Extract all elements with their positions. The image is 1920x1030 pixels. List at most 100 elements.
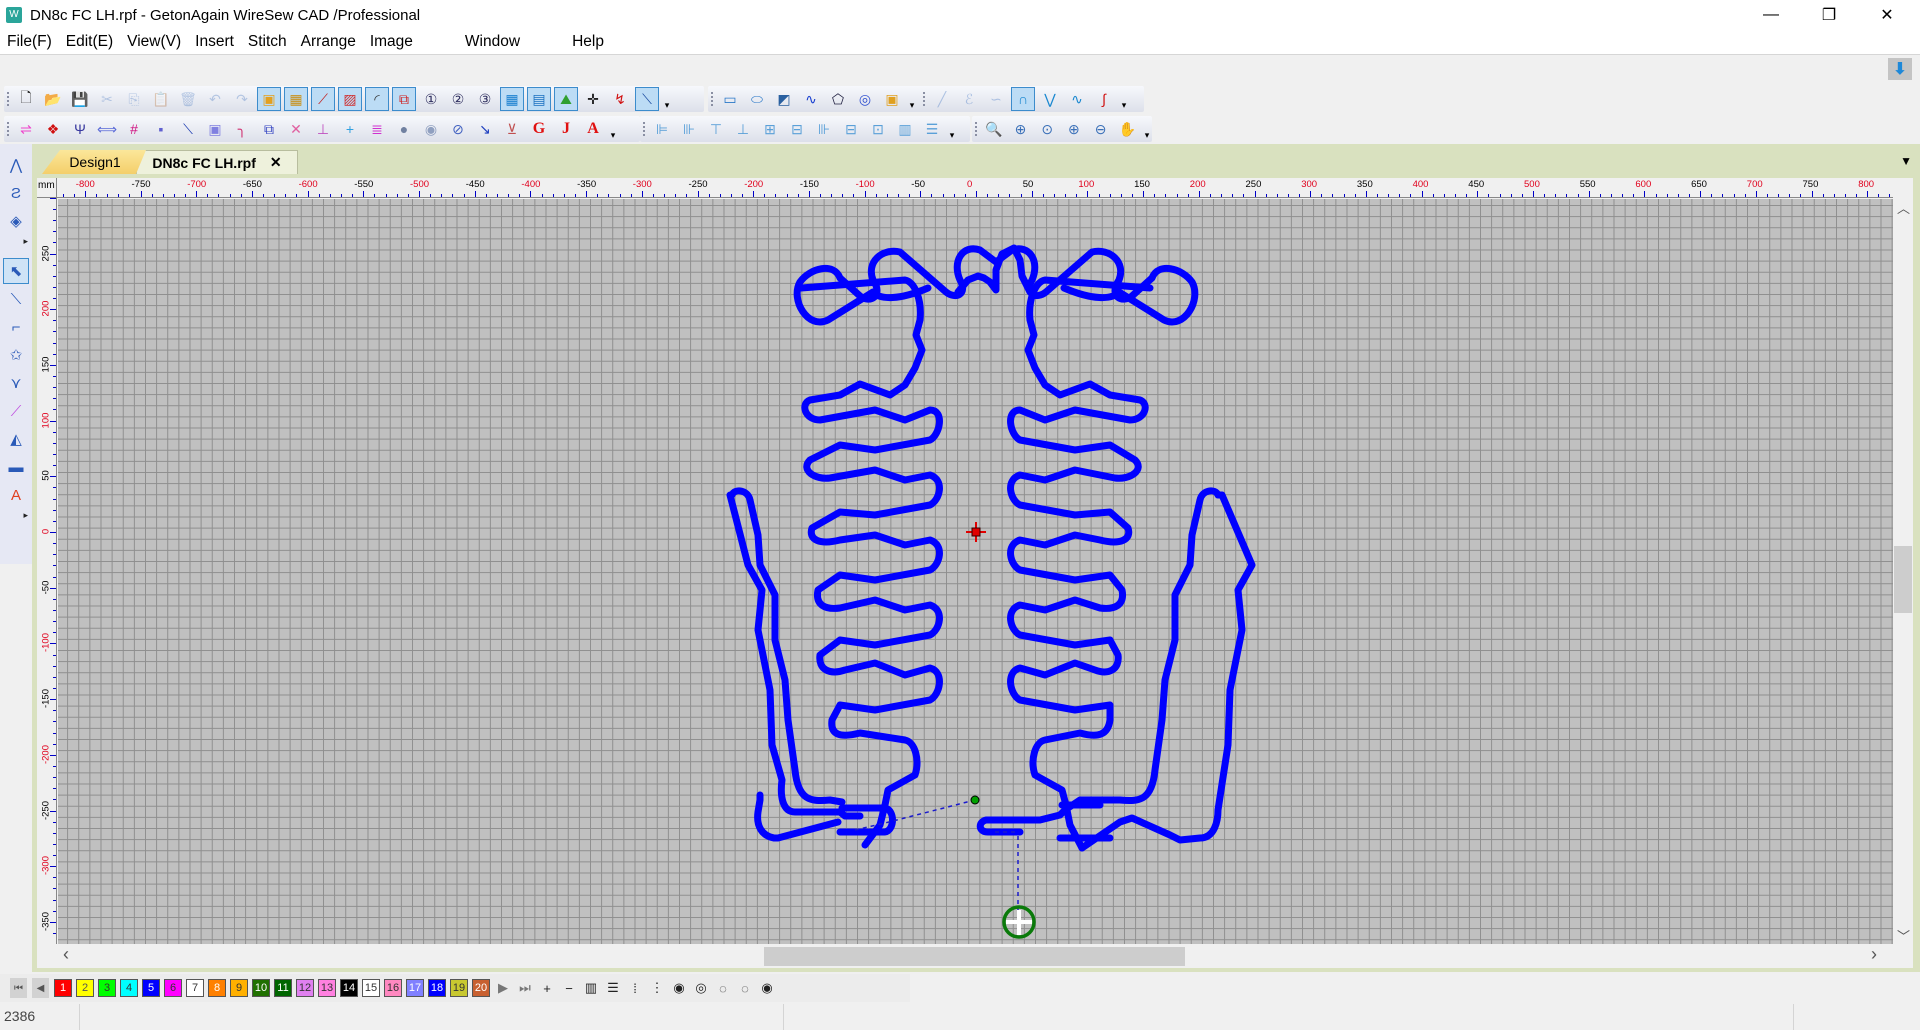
tab-design1[interactable]: Design1 bbox=[42, 150, 148, 174]
vector-icon[interactable]: ↘ bbox=[473, 117, 497, 141]
vertical-scroll-thumb[interactable] bbox=[1894, 546, 1912, 613]
color-swatch-15[interactable]: 15 bbox=[362, 979, 380, 997]
color-swatch-17[interactable]: 17 bbox=[406, 979, 424, 997]
color-swatch-13[interactable]: 13 bbox=[318, 979, 336, 997]
connect-icon[interactable]: ⟍ bbox=[635, 87, 659, 111]
spiral-icon[interactable]: ◎ bbox=[853, 87, 877, 111]
toolbar-overflow-icon[interactable]: ▾ bbox=[608, 117, 618, 141]
menu-stitch[interactable]: Stitch bbox=[241, 33, 294, 51]
show-pattern-icon[interactable]: ▦ bbox=[284, 87, 308, 111]
paste-icon[interactable]: 📋 bbox=[149, 87, 173, 111]
stitch-start-marker[interactable] bbox=[970, 795, 980, 805]
color-swatch-4[interactable]: 4 bbox=[120, 979, 138, 997]
color-swatch-12[interactable]: 12 bbox=[296, 979, 314, 997]
center-hook-stitch[interactable] bbox=[976, 811, 1064, 836]
center-page-icon[interactable]: ⊡ bbox=[866, 117, 890, 141]
arc-icon[interactable]: ╮ bbox=[230, 117, 254, 141]
close-tab-icon[interactable]: ✕ bbox=[270, 154, 282, 171]
align-right-icon[interactable]: ⊪ bbox=[677, 117, 701, 141]
prev-color-icon[interactable]: ◀ bbox=[32, 978, 49, 998]
head-3-icon[interactable]: ③ bbox=[473, 87, 497, 111]
node-link-icon[interactable]: ⧉ bbox=[257, 117, 281, 141]
edit-path-tool-icon[interactable]: ⌐ bbox=[3, 314, 29, 340]
fork-icon[interactable]: Ψ bbox=[68, 117, 92, 141]
copy-icon[interactable]: ⎘ bbox=[122, 87, 146, 111]
start-point-icon[interactable]: ↯ bbox=[608, 87, 632, 111]
color-swatch-18[interactable]: 18 bbox=[428, 979, 446, 997]
delete-point-icon[interactable]: ▪ bbox=[149, 117, 173, 141]
toolbar-overflow-icon[interactable]: ▾ bbox=[947, 117, 957, 141]
menu-arrange[interactable]: Arrange bbox=[294, 33, 363, 51]
same-height-icon[interactable]: ☰ bbox=[920, 117, 944, 141]
menu-edit[interactable]: Edit(E) bbox=[59, 33, 120, 51]
sequence-icon[interactable]: ≣ bbox=[365, 117, 389, 141]
text-a-icon[interactable]: A bbox=[581, 117, 605, 141]
join-icon[interactable]: ⊥ bbox=[311, 117, 335, 141]
view-eye-2-icon[interactable]: ◎ bbox=[692, 979, 710, 997]
menu-window[interactable]: Window bbox=[458, 33, 527, 51]
base-point-icon[interactable]: ⊻ bbox=[500, 117, 524, 141]
zoom-fit-icon[interactable]: ⊙ bbox=[1035, 117, 1059, 141]
delete-icon[interactable]: 🗑 bbox=[176, 87, 200, 111]
add-color-icon[interactable]: + bbox=[538, 979, 556, 997]
toolbox-expand-icon[interactable]: ▸ bbox=[0, 510, 32, 524]
move-origin-icon[interactable]: ✛ bbox=[581, 87, 605, 111]
color-bars-icon[interactable]: ▥ bbox=[582, 979, 600, 997]
close-button[interactable]: ✕ bbox=[1864, 0, 1910, 30]
circle-point-icon[interactable]: ◉ bbox=[419, 117, 443, 141]
ruler-tool-icon[interactable]: ▬ bbox=[3, 454, 29, 480]
cut-icon[interactable]: ✂ bbox=[95, 87, 119, 111]
split-icon[interactable]: ✕ bbox=[284, 117, 308, 141]
download-arrow-icon[interactable]: ⬇ bbox=[1888, 58, 1912, 80]
scroll-down-icon[interactable]: ﹀ bbox=[1897, 926, 1910, 945]
frame-icon[interactable]: ▣ bbox=[203, 117, 227, 141]
double-sine-icon[interactable]: ∫ bbox=[1092, 87, 1116, 111]
layout-grid-icon[interactable]: ⁞ bbox=[626, 979, 644, 997]
color-swatch-1[interactable]: 1 bbox=[54, 979, 72, 997]
color-swatch-6[interactable]: 6 bbox=[164, 979, 182, 997]
next-color-icon[interactable]: ▶ bbox=[494, 979, 512, 997]
toolbar-overflow-icon[interactable]: ▾ bbox=[1142, 117, 1152, 141]
view-eye-icon[interactable]: ◉ bbox=[670, 979, 688, 997]
color-swatch-9[interactable]: 9 bbox=[230, 979, 248, 997]
rectangle-icon[interactable]: ▭ bbox=[718, 87, 742, 111]
color-swatch-11[interactable]: 11 bbox=[274, 979, 292, 997]
show-fill-icon[interactable]: ▨ bbox=[338, 87, 362, 111]
polygon-shape-icon[interactable]: ◩ bbox=[772, 87, 796, 111]
color-swatch-2[interactable]: 2 bbox=[76, 979, 94, 997]
restore-button[interactable]: ❐ bbox=[1806, 0, 1852, 30]
first-color-icon[interactable]: ⏮ bbox=[10, 978, 27, 998]
tab-dn8c-fc-lh[interactable]: DN8c FC LH.rpf ✕ bbox=[136, 150, 298, 174]
toolbox-expand-icon[interactable]: ▸ bbox=[0, 236, 32, 250]
color-swatch-10[interactable]: 10 bbox=[252, 979, 270, 997]
align-center-v-icon[interactable]: ⊟ bbox=[785, 117, 809, 141]
view-eye-5-icon[interactable]: ◉ bbox=[758, 979, 776, 997]
zoom-window-icon[interactable]: ⊕ bbox=[1009, 117, 1033, 141]
menu-image[interactable]: Image bbox=[363, 33, 420, 51]
text-g-icon[interactable]: G bbox=[527, 117, 551, 141]
color-swatch-7[interactable]: 7 bbox=[186, 979, 204, 997]
menu-file[interactable]: File(F) bbox=[0, 33, 59, 51]
edit-star-tool-icon[interactable]: ✩ bbox=[3, 342, 29, 368]
arch-icon[interactable]: ∩ bbox=[1011, 87, 1035, 111]
undo-icon[interactable]: ↶ bbox=[203, 87, 227, 111]
tab-list-dropdown-icon[interactable]: ▼ bbox=[1900, 154, 1912, 168]
scroll-left-icon[interactable]: ‹ bbox=[63, 944, 69, 965]
show-background-icon[interactable]: ▣ bbox=[257, 87, 281, 111]
crown-center-stitch[interactable] bbox=[954, 244, 1034, 296]
redo-icon[interactable]: ↷ bbox=[230, 87, 254, 111]
color-swatch-16[interactable]: 16 bbox=[384, 979, 402, 997]
same-width-icon[interactable]: ▥ bbox=[893, 117, 917, 141]
color-swatch-5[interactable]: 5 bbox=[142, 979, 160, 997]
design-canvas[interactable] bbox=[58, 199, 1893, 944]
left-arms-stitch[interactable] bbox=[797, 276, 943, 849]
color-swatch-20[interactable]: 20 bbox=[472, 979, 490, 997]
menu-insert[interactable]: Insert bbox=[188, 33, 241, 51]
ellipse-icon[interactable]: ⬭ bbox=[745, 87, 769, 111]
image-icon[interactable]: ⛰ bbox=[554, 87, 578, 111]
grid-icon[interactable]: ▦ bbox=[500, 87, 524, 111]
node-tool-icon[interactable]: ⋎ bbox=[3, 370, 29, 396]
fill-red-icon[interactable]: ❖ bbox=[41, 117, 65, 141]
minimize-button[interactable]: — bbox=[1748, 0, 1794, 30]
grid-stitch-icon[interactable]: # bbox=[122, 117, 146, 141]
